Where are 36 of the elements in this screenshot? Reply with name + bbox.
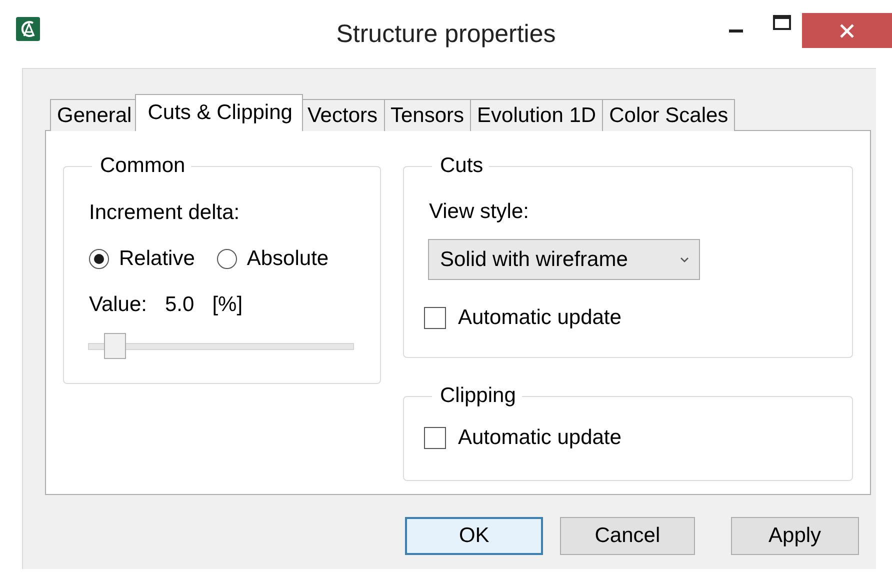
dialog-button[interactable]: OK: [405, 517, 544, 555]
checkbox[interactable]: Automatic update: [424, 306, 622, 330]
group-title: Clipping: [439, 384, 517, 408]
tab[interactable]: Cuts & Clipping: [134, 94, 304, 131]
checkbox-square[interactable]: [424, 427, 446, 449]
group-title: Cuts: [439, 154, 484, 178]
close-icon: [840, 24, 854, 38]
group-title: Common: [99, 154, 186, 178]
value-label: Value:: [89, 293, 147, 317]
maximize-icon: [773, 14, 791, 30]
radio-button[interactable]: Relative: [89, 247, 195, 271]
tab[interactable]: Vectors: [300, 99, 384, 131]
dialog-button[interactable]: Apply: [730, 517, 859, 555]
field-label: View style:: [429, 200, 530, 224]
minimize-icon: [729, 29, 743, 33]
app-icon: [16, 17, 40, 41]
dropdown[interactable]: Solid with wireframe: [428, 239, 700, 280]
dialog-button[interactable]: Cancel: [560, 517, 695, 555]
close-button[interactable]: [802, 13, 892, 48]
checkbox-label: Automatic update: [458, 426, 622, 450]
radio-button[interactable]: Absolute: [216, 247, 329, 271]
slider[interactable]: [88, 333, 354, 359]
window-title: Structure properties: [336, 20, 556, 48]
radio-circle[interactable]: [216, 249, 237, 269]
radio-circle[interactable]: [89, 249, 109, 269]
unit-label: [%]: [212, 293, 243, 317]
caret-icon: [680, 256, 689, 262]
field-label: Increment delta:: [89, 201, 241, 225]
slider-thumb[interactable]: [104, 333, 126, 359]
tab[interactable]: Color Scales: [602, 99, 736, 131]
checkbox-square[interactable]: [424, 307, 446, 329]
tab[interactable]: Evolution 1D: [470, 99, 604, 131]
value-text: 5.0: [165, 293, 194, 317]
checkbox-label: Automatic update: [458, 306, 622, 330]
tab[interactable]: Tensors: [384, 99, 472, 131]
checkbox[interactable]: Automatic update: [424, 426, 622, 450]
